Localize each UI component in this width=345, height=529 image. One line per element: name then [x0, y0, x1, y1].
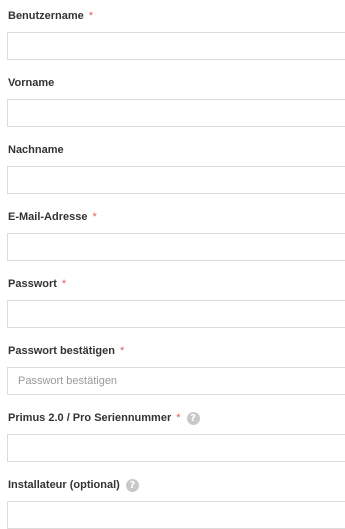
password-confirm-label-text: Passwort bestätigen — [8, 345, 115, 357]
serial-number-label-text: Primus 2.0 / Pro Seriennummer — [8, 412, 172, 424]
required-marker: * — [88, 10, 94, 22]
email-label: E-Mail-Adresse * — [8, 211, 97, 224]
registration-form: Benutzername * Vorname Nachname E-Mail-A… — [0, 0, 345, 529]
first-name-label: Vorname — [8, 77, 54, 90]
required-marker: * — [176, 412, 181, 424]
email-label-text: E-Mail-Adresse — [8, 211, 88, 223]
password-label: Passwort * — [8, 278, 66, 291]
last-name-label: Nachname — [8, 144, 64, 157]
first-name-input[interactable] — [7, 99, 345, 127]
installer-label-text: Installateur (optional) — [8, 479, 120, 491]
required-marker: * — [61, 278, 67, 290]
last-name-label-text: Nachname — [8, 144, 64, 156]
password-confirm-label: Passwort bestätigen * — [8, 345, 124, 358]
serial-number-label: Primus 2.0 / Pro Seriennummer * ? — [8, 412, 200, 425]
username-label: Benutzername * — [8, 10, 93, 23]
help-icon[interactable]: ? — [186, 412, 200, 425]
password-label-text: Passwort — [8, 278, 57, 290]
required-marker: * — [92, 211, 97, 223]
installer-input[interactable] — [7, 501, 345, 529]
username-label-text: Benutzername — [8, 10, 84, 22]
first-name-label-text: Vorname — [8, 77, 55, 89]
username-input[interactable] — [7, 32, 345, 60]
serial-number-input[interactable] — [7, 434, 345, 462]
help-icon[interactable]: ? — [125, 479, 139, 492]
required-marker: * — [119, 345, 125, 357]
installer-label: Installateur (optional) ? — [8, 479, 139, 492]
email-input[interactable] — [7, 233, 345, 261]
password-input[interactable] — [7, 300, 345, 328]
password-confirm-input[interactable] — [7, 367, 345, 395]
last-name-input[interactable] — [7, 166, 345, 194]
